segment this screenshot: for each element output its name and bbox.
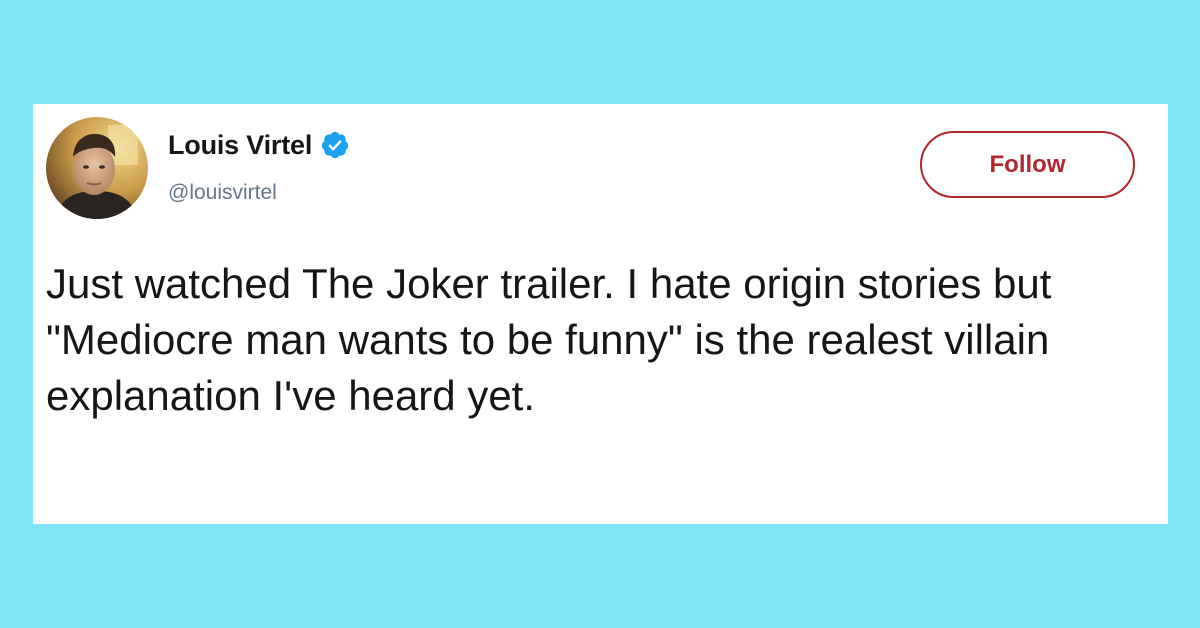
author-handle[interactable]: @louisvirtel (168, 181, 277, 205)
author-name-row: Louis Virtel (168, 128, 350, 162)
tweet-card: Louis Virtel @louisvirtel Follow Just wa… (33, 104, 1168, 524)
tweet-text: Just watched The Joker trailer. I hate o… (46, 260, 1052, 419)
avatar[interactable] (46, 117, 148, 219)
follow-button[interactable]: Follow (920, 131, 1135, 198)
verified-badge-icon (320, 130, 350, 160)
author-name[interactable]: Louis Virtel (168, 130, 312, 161)
